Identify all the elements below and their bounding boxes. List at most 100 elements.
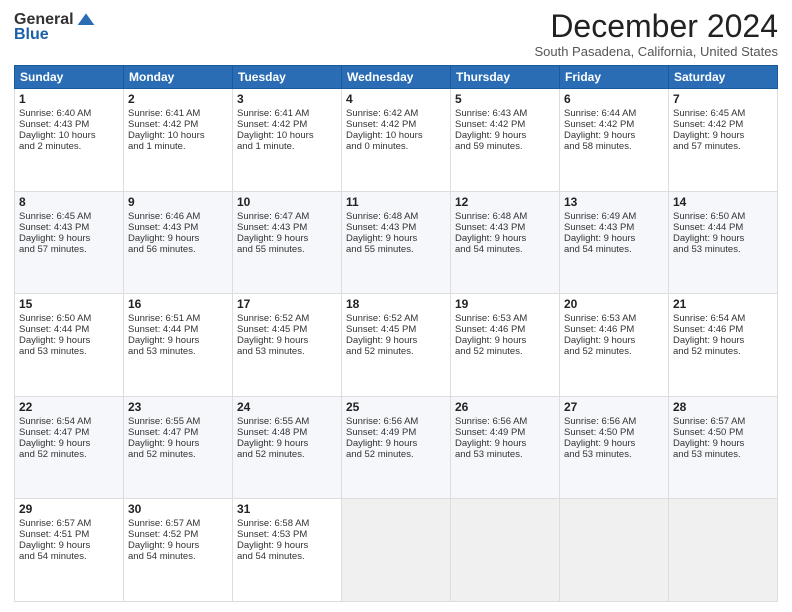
cell-line: and 52 minutes. bbox=[237, 449, 337, 460]
calendar-cell: 7Sunrise: 6:45 AMSunset: 4:42 PMDaylight… bbox=[669, 89, 778, 192]
day-number: 12 bbox=[455, 195, 555, 209]
calendar-cell: 6Sunrise: 6:44 AMSunset: 4:42 PMDaylight… bbox=[560, 89, 669, 192]
cell-line: Sunset: 4:42 PM bbox=[346, 119, 446, 130]
cell-line: Sunrise: 6:56 AM bbox=[564, 416, 664, 427]
cell-line: Sunset: 4:44 PM bbox=[673, 222, 773, 233]
cell-line: Daylight: 10 hours bbox=[19, 130, 119, 141]
cell-line: Sunset: 4:50 PM bbox=[673, 427, 773, 438]
cell-line: Daylight: 9 hours bbox=[237, 233, 337, 244]
day-number: 22 bbox=[19, 400, 119, 414]
day-number: 2 bbox=[128, 92, 228, 106]
cell-line: and 52 minutes. bbox=[19, 449, 119, 460]
cell-line: Daylight: 9 hours bbox=[564, 233, 664, 244]
calendar-cell: 16Sunrise: 6:51 AMSunset: 4:44 PMDayligh… bbox=[124, 294, 233, 397]
cell-line: Sunrise: 6:53 AM bbox=[564, 313, 664, 324]
cell-line: Sunrise: 6:57 AM bbox=[673, 416, 773, 427]
cell-line: and 54 minutes. bbox=[19, 551, 119, 562]
cell-line: Daylight: 9 hours bbox=[128, 335, 228, 346]
day-number: 21 bbox=[673, 297, 773, 311]
calendar: SundayMondayTuesdayWednesdayThursdayFrid… bbox=[14, 65, 778, 602]
cell-line: Sunrise: 6:47 AM bbox=[237, 211, 337, 222]
day-number: 13 bbox=[564, 195, 664, 209]
calendar-week: 29Sunrise: 6:57 AMSunset: 4:51 PMDayligh… bbox=[15, 499, 778, 602]
cell-line: Sunrise: 6:41 AM bbox=[128, 108, 228, 119]
page: General Blue December 2024 South Pasaden… bbox=[0, 0, 792, 612]
cell-line: Daylight: 9 hours bbox=[128, 540, 228, 551]
cell-line: Sunrise: 6:58 AM bbox=[237, 518, 337, 529]
cell-line: and 57 minutes. bbox=[673, 141, 773, 152]
day-number: 19 bbox=[455, 297, 555, 311]
cell-line: Sunset: 4:48 PM bbox=[237, 427, 337, 438]
day-number: 20 bbox=[564, 297, 664, 311]
cell-line: Daylight: 9 hours bbox=[237, 438, 337, 449]
day-number: 3 bbox=[237, 92, 337, 106]
cell-line: Sunrise: 6:50 AM bbox=[673, 211, 773, 222]
day-header: Friday bbox=[560, 66, 669, 89]
calendar-cell: 1Sunrise: 6:40 AMSunset: 4:43 PMDaylight… bbox=[15, 89, 124, 192]
cell-line: Sunset: 4:46 PM bbox=[564, 324, 664, 335]
cell-line: Sunrise: 6:56 AM bbox=[455, 416, 555, 427]
cell-line: and 54 minutes. bbox=[237, 551, 337, 562]
day-header: Thursday bbox=[451, 66, 560, 89]
cell-line: Sunset: 4:42 PM bbox=[128, 119, 228, 130]
calendar-cell: 21Sunrise: 6:54 AMSunset: 4:46 PMDayligh… bbox=[669, 294, 778, 397]
cell-line: Daylight: 9 hours bbox=[346, 335, 446, 346]
cell-line: Sunrise: 6:43 AM bbox=[455, 108, 555, 119]
days-header-row: SundayMondayTuesdayWednesdayThursdayFrid… bbox=[15, 66, 778, 89]
cell-line: Daylight: 9 hours bbox=[19, 335, 119, 346]
calendar-cell bbox=[560, 499, 669, 602]
cell-line: Sunset: 4:46 PM bbox=[455, 324, 555, 335]
cell-line: and 54 minutes. bbox=[128, 551, 228, 562]
cell-line: and 52 minutes. bbox=[673, 346, 773, 357]
calendar-cell bbox=[342, 499, 451, 602]
calendar-cell bbox=[451, 499, 560, 602]
calendar-cell: 17Sunrise: 6:52 AMSunset: 4:45 PMDayligh… bbox=[233, 294, 342, 397]
cell-line: Sunrise: 6:54 AM bbox=[673, 313, 773, 324]
calendar-cell: 13 Sunrise: 6:49 AMSunset: 4:43 PMDayligh… bbox=[560, 191, 669, 294]
day-number: 14 bbox=[673, 195, 773, 209]
cell-line: and 54 minutes. bbox=[455, 244, 555, 255]
day-number: 5 bbox=[455, 92, 555, 106]
cell-line: Sunrise: 6:49 AM bbox=[564, 211, 664, 222]
day-number: 31 bbox=[237, 502, 337, 516]
cell-line: Sunrise: 6:55 AM bbox=[237, 416, 337, 427]
cell-line: Sunset: 4:43 PM bbox=[128, 222, 228, 233]
cell-line: Daylight: 9 hours bbox=[237, 540, 337, 551]
cell-line: Sunset: 4:46 PM bbox=[673, 324, 773, 335]
cell-line: Sunset: 4:53 PM bbox=[237, 529, 337, 540]
day-number: 6 bbox=[564, 92, 664, 106]
cell-line: Daylight: 9 hours bbox=[455, 130, 555, 141]
cell-line: and 52 minutes. bbox=[564, 346, 664, 357]
cell-line: Sunset: 4:43 PM bbox=[455, 222, 555, 233]
calendar-cell: 14Sunrise: 6:50 AMSunset: 4:44 PMDayligh… bbox=[669, 191, 778, 294]
day-number: 11 bbox=[346, 195, 446, 209]
day-number: 17 bbox=[237, 297, 337, 311]
cell-line: Sunset: 4:47 PM bbox=[19, 427, 119, 438]
cell-line: Sunrise: 6:46 AM bbox=[128, 211, 228, 222]
cell-line: Sunrise: 6:41 AM bbox=[237, 108, 337, 119]
cell-line: Sunset: 4:43 PM bbox=[564, 222, 664, 233]
calendar-cell: 23Sunrise: 6:55 AMSunset: 4:47 PMDayligh… bbox=[124, 396, 233, 499]
cell-line: Daylight: 9 hours bbox=[19, 438, 119, 449]
header: General Blue December 2024 South Pasaden… bbox=[14, 10, 778, 59]
cell-line: Sunset: 4:44 PM bbox=[19, 324, 119, 335]
day-number: 29 bbox=[19, 502, 119, 516]
cell-line: Sunrise: 6:48 AM bbox=[346, 211, 446, 222]
day-number: 15 bbox=[19, 297, 119, 311]
day-header: Tuesday bbox=[233, 66, 342, 89]
calendar-body: 1Sunrise: 6:40 AMSunset: 4:43 PMDaylight… bbox=[15, 89, 778, 602]
cell-line: Daylight: 9 hours bbox=[19, 233, 119, 244]
cell-line: Sunrise: 6:40 AM bbox=[19, 108, 119, 119]
cell-line: and 52 minutes. bbox=[346, 449, 446, 460]
month-title: December 2024 bbox=[534, 10, 778, 42]
calendar-cell: 11Sunrise: 6:48 AMSunset: 4:43 PMDayligh… bbox=[342, 191, 451, 294]
calendar-cell: 15Sunrise: 6:50 AMSunset: 4:44 PMDayligh… bbox=[15, 294, 124, 397]
calendar-cell: 12Sunrise: 6:48 AMSunset: 4:43 PMDayligh… bbox=[451, 191, 560, 294]
cell-line: and 53 minutes. bbox=[673, 244, 773, 255]
day-number: 26 bbox=[455, 400, 555, 414]
cell-line: Daylight: 9 hours bbox=[237, 335, 337, 346]
cell-line: Sunset: 4:43 PM bbox=[237, 222, 337, 233]
cell-line: Sunset: 4:45 PM bbox=[346, 324, 446, 335]
cell-line: Daylight: 9 hours bbox=[346, 233, 446, 244]
day-header: Saturday bbox=[669, 66, 778, 89]
